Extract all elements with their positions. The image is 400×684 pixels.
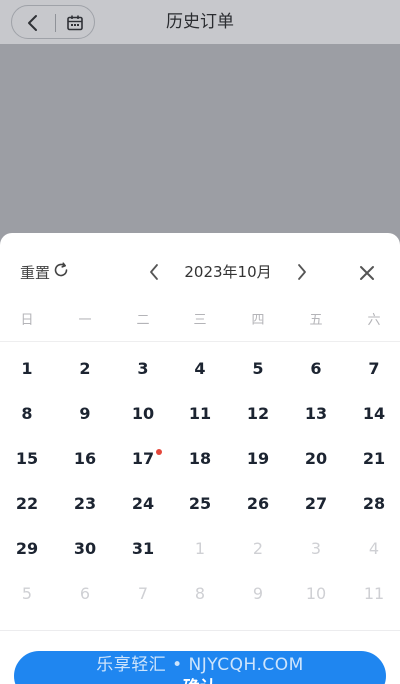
page-title: 历史订单 [166,12,234,32]
calendar-day-outside-month: 9 [252,584,264,603]
calendar-day[interactable]: 7 [352,351,396,387]
calendar-day[interactable]: 20 [294,441,338,477]
calendar-day[interactable]: 17 [121,441,165,477]
calendar-day[interactable]: 19 [236,441,280,477]
calendar-day[interactable]: 30 [63,531,107,567]
calendar-day[interactable]: 12 [236,396,280,432]
calendar-day[interactable]: 8 [5,396,49,432]
calendar-day[interactable]: 21 [352,441,396,477]
confirm-button[interactable]: 确认 [14,651,386,684]
month-label: 2023年10月 [184,263,272,281]
calendar-day-outside-month: 7 [137,584,149,603]
calendar-day[interactable]: 24 [121,486,165,522]
calendar-day-outside-month: 2 [252,539,264,558]
weekday-label: 日 [20,313,34,328]
weekday-label: 一 [78,313,92,328]
calendar-day[interactable]: 11 [178,396,222,432]
header-divider [0,341,400,342]
order-marker-dot [156,449,162,455]
top-bar: 历史订单 [0,0,400,44]
calendar-day[interactable]: 5 [236,351,280,387]
calendar-day[interactable]: 6 [294,351,338,387]
calendar-day[interactable]: 2 [63,351,107,387]
calendar-day-outside-month: 10 [305,584,327,603]
weekday-label: 六 [367,313,381,328]
calendar-day[interactable]: 26 [236,486,280,522]
calendar-day[interactable]: 28 [352,486,396,522]
calendar-day[interactable]: 23 [63,486,107,522]
calendar-day-outside-month: 11 [363,584,385,603]
prev-month-icon[interactable] [142,260,166,284]
calendar-day-outside-month: 5 [21,584,33,603]
weekday-label: 五 [309,313,323,328]
month-navigator: 2023年10月 [140,257,320,287]
calendar-day[interactable]: 29 [5,531,49,567]
footer-divider [0,630,400,631]
calendar-day[interactable]: 16 [63,441,107,477]
calendar-day-outside-month: 3 [310,539,322,558]
weekday-label: 二 [136,313,150,328]
next-month-icon[interactable] [290,260,314,284]
calendar-day[interactable]: 22 [5,486,49,522]
weekday-label: 三 [193,313,207,328]
calendar-day[interactable]: 13 [294,396,338,432]
calendar-day[interactable]: 27 [294,486,338,522]
calendar-day-outside-month: 6 [79,584,91,603]
calendar-day-outside-month: 4 [368,539,380,558]
calendar-day[interactable]: 14 [352,396,396,432]
calendar-sheet: 重置 2023年10月 日 一 二 三 四 五 六 1 2 3 4 5 6 7 8 9 10 11 1… [0,233,400,684]
calendar-day[interactable]: 3 [121,351,165,387]
calendar-day[interactable]: 15 [5,441,49,477]
calendar-day-outside-month: 1 [194,539,206,558]
calendar-day[interactable]: 31 [121,531,165,567]
calendar-day[interactable]: 25 [178,486,222,522]
calendar-day[interactable]: 18 [178,441,222,477]
calendar-day[interactable]: 9 [63,396,107,432]
close-icon[interactable] [354,260,380,286]
reset-button[interactable]: 重置 [20,260,70,284]
calendar-day[interactable]: 10 [121,396,165,432]
refresh-icon [52,261,70,283]
weekday-header: 日 一 二 三 四 五 六 [0,309,400,333]
reset-label: 重置 [20,263,51,282]
calendar-day[interactable]: 1 [5,351,49,387]
calendar-day-outside-month: 8 [194,584,206,603]
weekday-label: 四 [251,313,265,328]
calendar-day[interactable]: 4 [178,351,222,387]
